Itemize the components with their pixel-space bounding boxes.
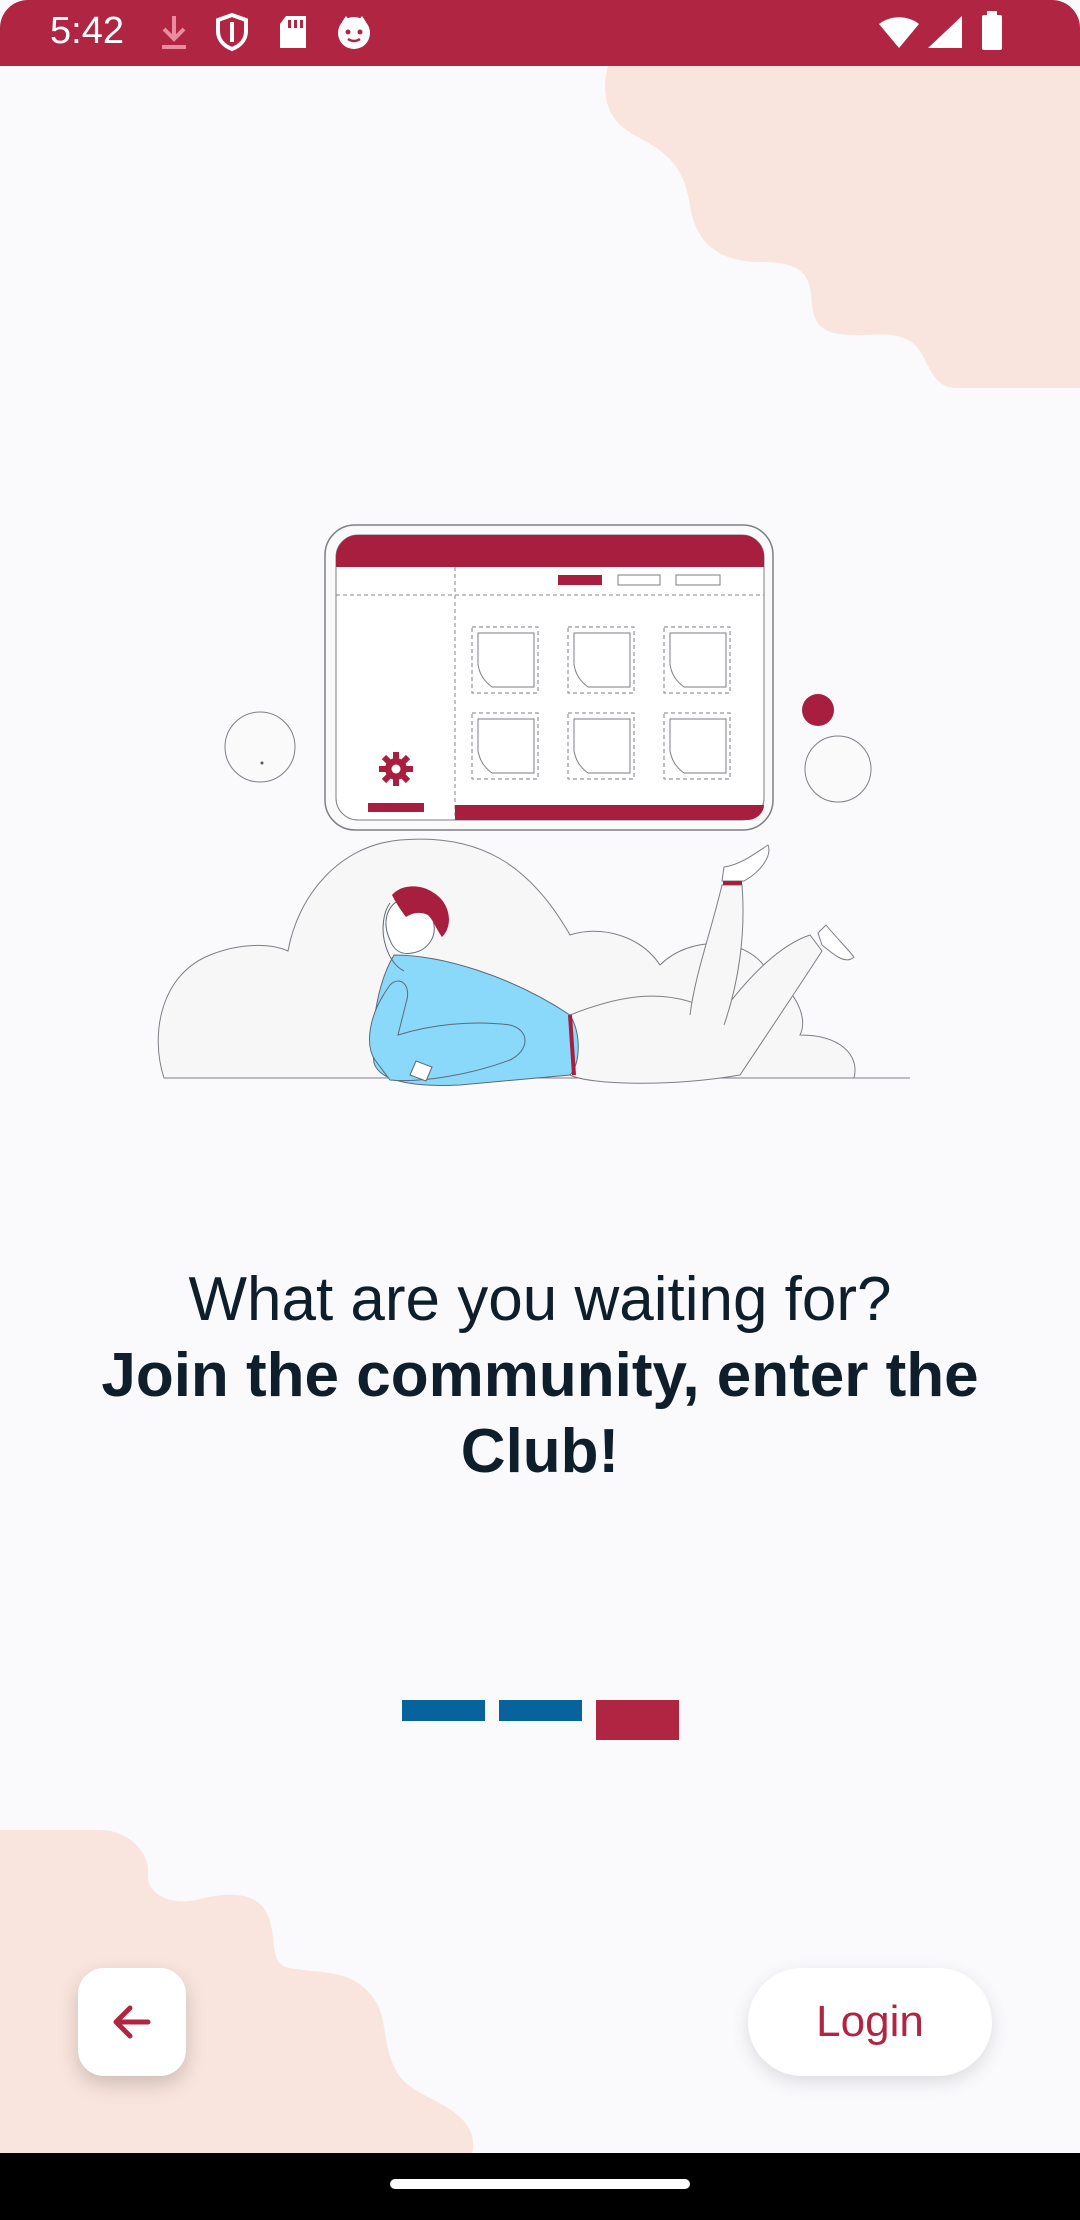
onboarding-illustration (157, 524, 910, 1086)
status-time: 5:42 (50, 10, 124, 52)
login-button-label: Login (816, 1997, 924, 2046)
page-indicator-dot-active (596, 1700, 679, 1740)
home-gesture-handle[interactable] (390, 2179, 690, 2189)
back-button[interactable] (78, 1968, 186, 2076)
login-button[interactable]: Login (748, 1968, 992, 2076)
cat-icon (338, 16, 370, 49)
arrow-left-icon (113, 2005, 151, 2039)
headline-call-to-action: Join the community, enter the Club! (101, 1341, 979, 1486)
download-icon (162, 16, 186, 49)
signal-icon (928, 16, 962, 48)
top-right-blob (605, 66, 1080, 388)
headline-question: What are you waiting for? (188, 1265, 892, 1334)
onboarding-headline: What are you waiting for? Join the commu… (60, 1262, 1020, 1490)
gear-icon (379, 752, 413, 786)
shield-icon (216, 12, 248, 52)
page-indicator-dot (402, 1700, 485, 1721)
deco-dot (802, 694, 834, 726)
page-indicator-dot (499, 1700, 582, 1721)
status-bar: 5:42 (0, 0, 1080, 66)
wifi-icon (879, 17, 919, 48)
deco-circle (224, 711, 296, 783)
sd-card-icon (280, 16, 306, 48)
system-nav-bar (0, 2153, 1080, 2220)
bottom-left-blob (0, 1830, 474, 2153)
battery-icon (982, 11, 1002, 50)
deco-circle (804, 735, 872, 803)
